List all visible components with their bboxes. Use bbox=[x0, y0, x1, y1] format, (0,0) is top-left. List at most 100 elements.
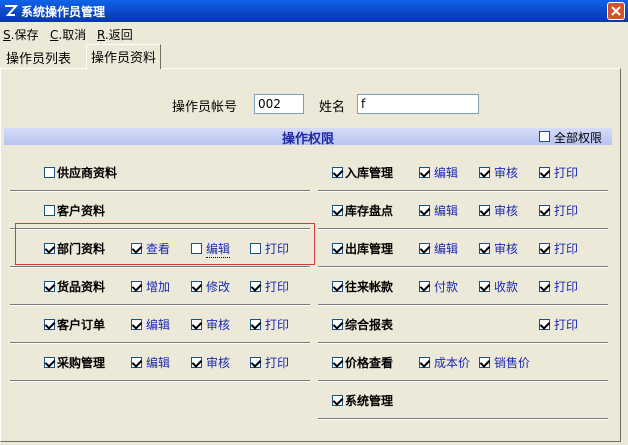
sub-permission-checkbox[interactable] bbox=[191, 281, 202, 292]
row-separator bbox=[10, 380, 310, 382]
perm-checkbox[interactable] bbox=[332, 319, 343, 330]
menu-save[interactable]: S.保存 bbox=[3, 26, 38, 43]
highlight-box bbox=[15, 223, 315, 265]
sub-permission-label: 增加 bbox=[146, 280, 171, 294]
sub-permission-checkbox[interactable] bbox=[250, 319, 261, 330]
close-icon bbox=[611, 6, 621, 16]
sub-permission-checkbox[interactable] bbox=[419, 357, 430, 368]
sub-permission-checkbox[interactable] bbox=[191, 319, 202, 330]
sub-permission-label: 打印 bbox=[554, 166, 579, 180]
sub-permission-checkbox[interactable] bbox=[539, 243, 550, 254]
menu-bar: S.保存 C.取消 R.返回 bbox=[0, 23, 628, 43]
sub-permission-label: 修改 bbox=[206, 280, 231, 294]
sub-permission-label: 打印 bbox=[554, 318, 579, 332]
perm-label: 客户资料 bbox=[57, 204, 106, 218]
name-label: 姓名 bbox=[319, 100, 346, 115]
perm-label: 采购管理 bbox=[57, 356, 106, 370]
perm-checkbox[interactable] bbox=[332, 205, 343, 216]
perm-label: 系统管理 bbox=[345, 394, 394, 408]
title-bar: 系统操作员管理 bbox=[0, 0, 628, 22]
sub-permission-label: 审核 bbox=[494, 242, 519, 256]
all-permissions-checkbox[interactable] bbox=[539, 131, 550, 142]
perm-label: 客户订单 bbox=[57, 318, 106, 332]
perm-checkbox[interactable] bbox=[332, 243, 343, 254]
sub-permission-checkbox[interactable] bbox=[539, 167, 550, 178]
perm-label: 往来帐款 bbox=[345, 280, 394, 294]
menu-cancel[interactable]: C.取消 bbox=[50, 26, 86, 43]
sub-permission-checkbox[interactable] bbox=[419, 205, 430, 216]
sub-permission-checkbox[interactable] bbox=[539, 281, 550, 292]
sub-permission-label: 收款 bbox=[494, 280, 519, 294]
sub-permission-checkbox[interactable] bbox=[250, 357, 261, 368]
tab-operator-details[interactable]: 操作员资料 bbox=[86, 44, 162, 69]
menu-return[interactable]: R.返回 bbox=[97, 26, 133, 43]
row-separator bbox=[318, 190, 608, 192]
permissions-header: 操作权限 bbox=[4, 128, 612, 147]
row-separator bbox=[318, 380, 608, 382]
sub-permission-checkbox[interactable] bbox=[419, 243, 430, 254]
sub-permission-checkbox[interactable] bbox=[539, 319, 550, 330]
sub-permission-label: 编辑 bbox=[434, 166, 459, 180]
sub-permission-checkbox[interactable] bbox=[479, 357, 490, 368]
perm-checkbox[interactable] bbox=[332, 167, 343, 178]
sub-permission-checkbox[interactable] bbox=[131, 319, 142, 330]
all-permissions-label: 全部权限 bbox=[554, 131, 603, 145]
sub-permission-checkbox[interactable] bbox=[479, 167, 490, 178]
sub-permission-label: 打印 bbox=[554, 280, 579, 294]
sub-permission-label: 打印 bbox=[265, 280, 290, 294]
perm-checkbox[interactable] bbox=[44, 281, 55, 292]
sub-permission-checkbox[interactable] bbox=[131, 281, 142, 292]
sub-permission-label: 编辑 bbox=[434, 242, 459, 256]
sub-permission-checkbox[interactable] bbox=[419, 281, 430, 292]
perm-label: 货品资料 bbox=[57, 280, 106, 294]
sub-permission-label: 成本价 bbox=[434, 356, 471, 370]
perm-label: 入库管理 bbox=[345, 166, 394, 180]
sub-permission-label: 打印 bbox=[265, 318, 290, 332]
sub-permission-label: 编辑 bbox=[146, 318, 171, 332]
sub-permission-label: 编辑 bbox=[434, 204, 459, 218]
row-separator bbox=[10, 266, 310, 268]
sub-permission-checkbox[interactable] bbox=[131, 357, 142, 368]
sub-permission-checkbox[interactable] bbox=[479, 243, 490, 254]
perm-checkbox[interactable] bbox=[332, 395, 343, 406]
close-button[interactable] bbox=[607, 2, 625, 20]
sub-permission-checkbox[interactable] bbox=[539, 205, 550, 216]
perm-label: 价格查看 bbox=[345, 356, 394, 370]
tab-strip: 操作员列表 操作员资料 bbox=[0, 44, 628, 69]
tab-operator-list[interactable]: 操作员列表 bbox=[2, 46, 75, 68]
perm-checkbox[interactable] bbox=[44, 357, 55, 368]
sub-permission-label: 审核 bbox=[206, 318, 231, 332]
row-separator bbox=[10, 342, 310, 344]
row-separator bbox=[10, 190, 310, 192]
perm-checkbox[interactable] bbox=[44, 205, 55, 216]
account-field[interactable]: 002 bbox=[254, 94, 304, 114]
sub-permission-label: 打印 bbox=[265, 356, 290, 370]
window-title: 系统操作员管理 bbox=[21, 5, 106, 19]
perm-checkbox[interactable] bbox=[44, 319, 55, 330]
sub-permission-label: 销售价 bbox=[494, 356, 531, 370]
sub-permission-label: 打印 bbox=[554, 242, 579, 256]
perm-checkbox[interactable] bbox=[332, 281, 343, 292]
sub-permission-checkbox[interactable] bbox=[479, 205, 490, 216]
sub-permission-label: 打印 bbox=[554, 204, 579, 218]
sub-permission-checkbox[interactable] bbox=[479, 281, 490, 292]
sub-permission-checkbox[interactable] bbox=[191, 357, 202, 368]
perm-checkbox[interactable] bbox=[44, 167, 55, 178]
perm-label: 供应商资料 bbox=[57, 166, 118, 180]
sub-permission-label: 付款 bbox=[434, 280, 459, 294]
row-separator bbox=[318, 228, 608, 230]
permissions-title: 操作权限 bbox=[281, 132, 334, 147]
sub-permission-label: 编辑 bbox=[146, 356, 171, 370]
sub-permission-checkbox[interactable] bbox=[250, 281, 261, 292]
app-icon bbox=[5, 5, 18, 16]
sub-permission-label: 审核 bbox=[494, 166, 519, 180]
sub-permission-label: 审核 bbox=[494, 204, 519, 218]
account-label: 操作员帐号 bbox=[172, 100, 238, 115]
row-separator bbox=[318, 418, 608, 420]
perm-label: 出库管理 bbox=[345, 242, 394, 256]
name-field[interactable]: f bbox=[357, 94, 479, 114]
sub-permission-checkbox[interactable] bbox=[419, 167, 430, 178]
perm-label: 库存盘点 bbox=[345, 204, 394, 218]
perm-label: 综合报表 bbox=[345, 318, 394, 332]
perm-checkbox[interactable] bbox=[332, 357, 343, 368]
